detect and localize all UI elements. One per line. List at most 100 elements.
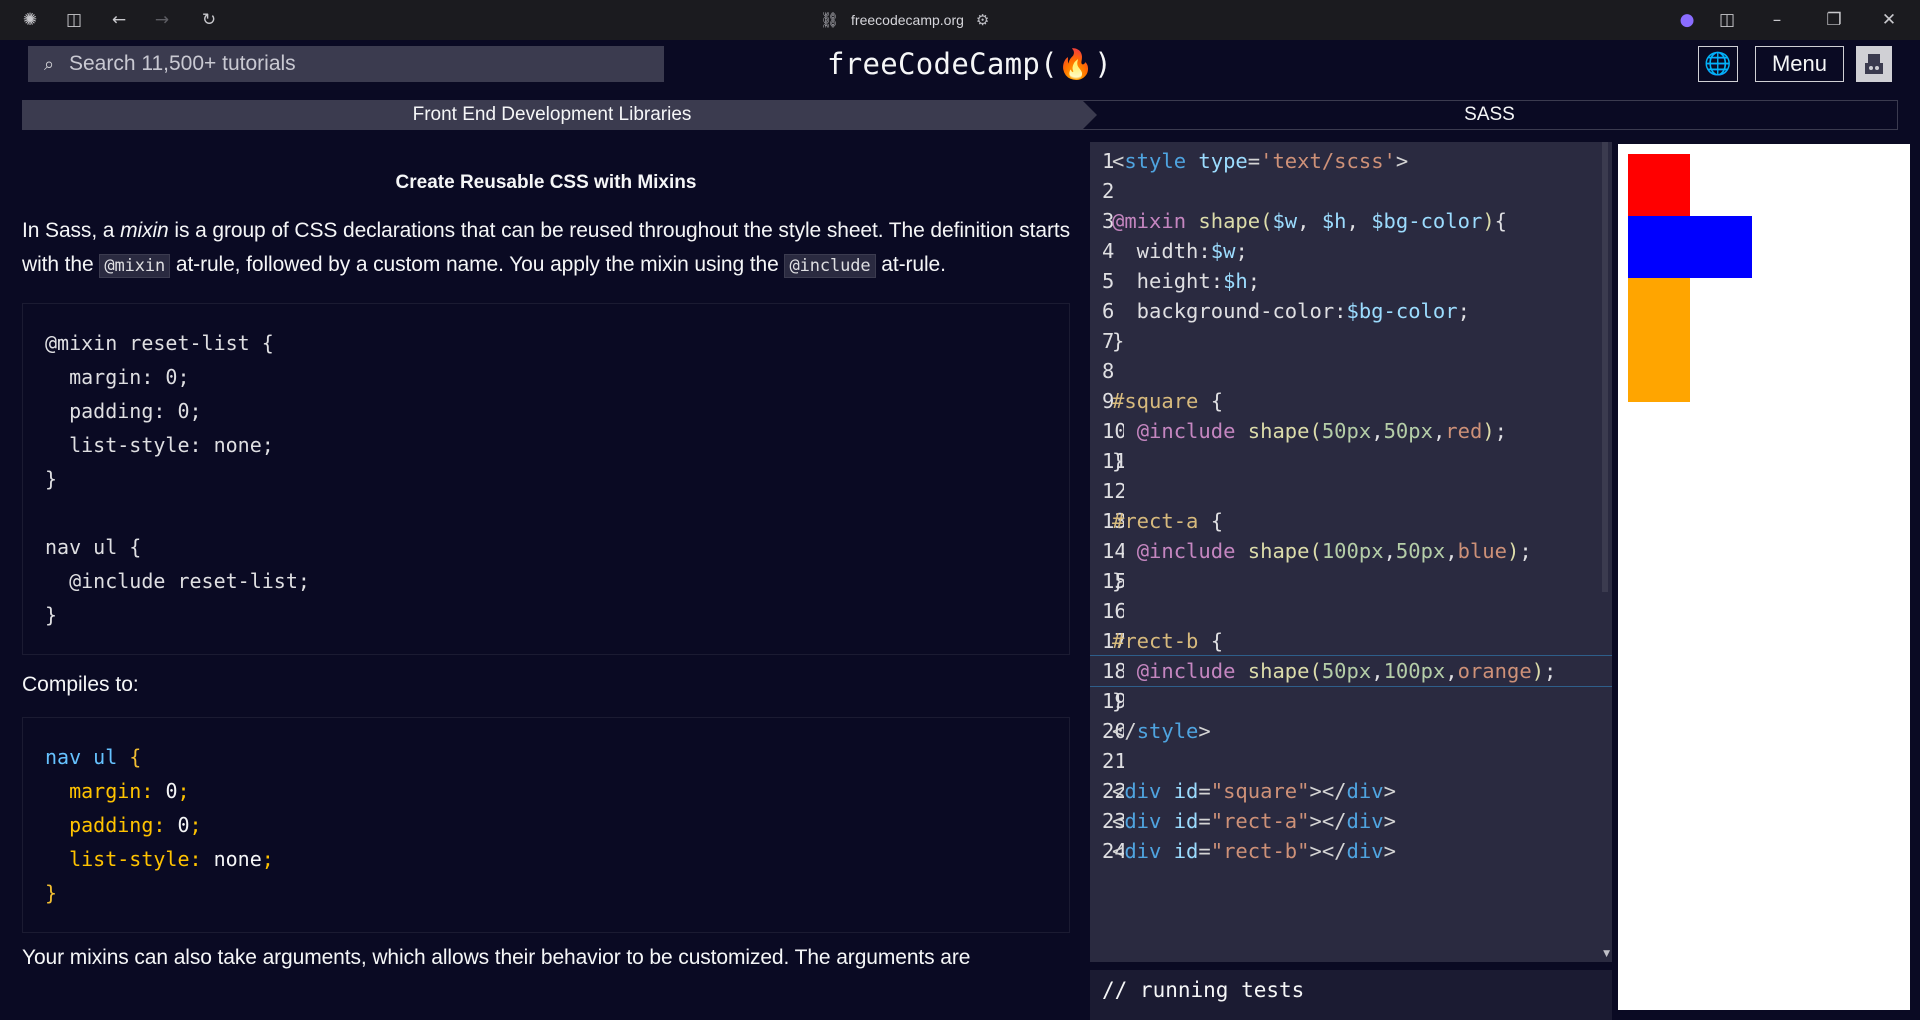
compiled-property: margin:	[69, 779, 154, 803]
editor-line[interactable]: 19}	[1090, 686, 1612, 716]
search-input[interactable]	[69, 52, 649, 76]
editor-line[interactable]: 6 background-color:$bg-color;	[1090, 296, 1612, 326]
intro-em: mixin	[120, 219, 169, 242]
forward-arrow-icon[interactable]: →	[150, 8, 174, 32]
code-text[interactable]: @include shape(50px,100px,orange);	[1112, 656, 1557, 686]
inline-code-mixin: @mixin	[99, 254, 171, 278]
editor-line[interactable]: 7}	[1090, 326, 1612, 356]
site-logo[interactable]: freeCodeCamp(🔥)	[827, 44, 1112, 84]
line-number: 12	[1102, 479, 1124, 503]
code-text[interactable]: @include shape(100px,50px,blue);	[1112, 536, 1532, 566]
menu-button[interactable]: Menu	[1755, 46, 1844, 82]
intro-text-1: In Sass, a	[22, 219, 121, 242]
intro-text-3: at-rule, followed by a custom name. You …	[170, 253, 785, 276]
editor-line[interactable]: 23 <div id="rect-a"></div>	[1090, 806, 1612, 836]
restore-icon[interactable]: ❐	[1822, 8, 1846, 32]
app-logo-icon[interactable]: ✺	[18, 8, 42, 32]
code-text[interactable]: }	[1112, 686, 1124, 716]
address-bar[interactable]: ⛓ freecodecamp.org ⚙	[820, 8, 989, 32]
challenge-title: Create Reusable CSS with Mixins	[395, 172, 697, 193]
editor-line[interactable]: 14 @include shape(100px,50px,blue);	[1090, 536, 1612, 566]
line-number: 2	[1102, 179, 1115, 203]
scroll-down-icon[interactable]: ▼	[1603, 949, 1610, 959]
editor-line[interactable]: 22 <div id="square"></div>	[1090, 776, 1612, 806]
breadcrumb-block[interactable]: SASS	[1082, 100, 1898, 130]
compiles-label: Compiles to:	[22, 673, 139, 696]
editor-line[interactable]: 4 width:$w;	[1090, 236, 1612, 266]
editor-line[interactable]: 17 #rect-b {	[1090, 626, 1612, 656]
sidebar-icon[interactable]: ◫	[62, 8, 86, 32]
compiled-code-block: nav ul { margin: 0; padding: 0; list-sty…	[22, 717, 1070, 933]
breadcrumb-superblock[interactable]: Front End Development Libraries	[22, 100, 1097, 130]
flame-icon[interactable]: ●	[1675, 8, 1699, 32]
editor-line[interactable]: 15}	[1090, 566, 1612, 596]
editor-line[interactable]: 5 height:$h;	[1090, 266, 1612, 296]
editor-lines[interactable]: 1 <style type='text/scss'> 2 3 @mixin shape(…	[1090, 142, 1612, 866]
editor-line[interactable]: 24 <div id="rect-b"></div>	[1090, 836, 1612, 866]
next-paragraph: Your mixins can also take arguments, whi…	[22, 946, 971, 969]
code-text[interactable]: @mixin shape($w, $h, $bg-color){	[1112, 206, 1507, 236]
code-text[interactable]: width:$w;	[1112, 236, 1248, 266]
language-globe-icon[interactable]: 🌐	[1698, 46, 1738, 82]
line-number: 8	[1102, 359, 1115, 383]
editor-line[interactable]: 8	[1090, 356, 1612, 386]
back-arrow-icon[interactable]: ←	[107, 8, 131, 32]
code-text[interactable]: background-color:$bg-color;	[1112, 296, 1470, 326]
browser-toolbar: ✺ ◫ ← → ↻ ⛓ freecodecamp.org ⚙ ● ◫ – ❐ ✕	[0, 0, 1920, 40]
site-navbar: ⌕ freeCodeCamp(🔥) 🌐 Menu	[10, 42, 1910, 88]
code-text[interactable]: <div id="rect-b"></div>	[1112, 836, 1396, 866]
code-text[interactable]: height:$h;	[1112, 266, 1260, 296]
code-text[interactable]: #rect-a {	[1112, 506, 1223, 536]
settings-sliders-icon[interactable]: ⚙	[976, 11, 989, 29]
example-code-block: @mixin reset-list { margin: 0; padding: …	[22, 303, 1070, 655]
preview-pane	[1618, 144, 1910, 1010]
code-text[interactable]: }	[1112, 326, 1124, 356]
editor-line[interactable]: 1 <style type='text/scss'>	[1090, 146, 1612, 176]
url-text[interactable]: freecodecamp.org	[851, 12, 964, 28]
code-text[interactable]: }	[1112, 446, 1124, 476]
code-text[interactable]: </style>	[1112, 716, 1211, 746]
compiled-value: 0	[177, 813, 190, 837]
editor-line[interactable]: 18 @include shape(50px,100px,orange);	[1090, 655, 1612, 687]
editor-line[interactable]: 2	[1090, 176, 1612, 206]
minimize-icon[interactable]: –	[1765, 8, 1789, 32]
code-text[interactable]: <style type='text/scss'>	[1112, 146, 1408, 176]
editor-line[interactable]: 16	[1090, 596, 1612, 626]
editor-line[interactable]: 12	[1090, 476, 1612, 506]
split-view-icon[interactable]: ◫	[1715, 8, 1739, 32]
line-number: 16	[1102, 599, 1124, 623]
compiled-property: list-style:	[69, 847, 202, 871]
code-editor[interactable]: 1 <style type='text/scss'> 2 3 @mixin shape(…	[1090, 142, 1612, 962]
avatar[interactable]	[1856, 46, 1892, 82]
code-text[interactable]: }	[1112, 566, 1124, 596]
editor-line[interactable]: 11}	[1090, 446, 1612, 476]
compiled-property: padding:	[69, 813, 166, 837]
editor-line[interactable]: 10 @include shape(50px,50px,red);	[1090, 416, 1612, 446]
code-text[interactable]: @include shape(50px,50px,red);	[1112, 416, 1507, 446]
inline-code-include: @include	[784, 254, 876, 278]
code-text[interactable]: <div id="square"></div>	[1112, 776, 1396, 806]
test-console: // running tests	[1090, 970, 1612, 1020]
intro-paragraph: In Sass, a mixin is a group of CSS decla…	[22, 214, 1070, 283]
link-icon: ⛓	[820, 11, 840, 29]
reload-icon[interactable]: ↻	[197, 8, 221, 32]
breadcrumb: Front End Development Libraries SASS	[22, 100, 1898, 130]
editor-scrollbar[interactable]	[1602, 142, 1608, 592]
close-icon[interactable]: ✕	[1877, 8, 1901, 32]
editor-line[interactable]: 3 @mixin shape($w, $h, $bg-color){	[1090, 206, 1612, 236]
instructions-panel: Create Reusable CSS with Mixins In Sass,…	[22, 140, 1070, 1020]
user-avatar-icon	[1865, 54, 1883, 74]
rect-a-shape	[1628, 216, 1752, 278]
code-text[interactable]: #rect-b {	[1112, 626, 1223, 656]
compiled-value: 0	[165, 779, 178, 803]
code-text[interactable]: <div id="rect-a"></div>	[1112, 806, 1396, 836]
editor-line[interactable]: 9 #square {	[1090, 386, 1612, 416]
rect-b-shape	[1628, 278, 1690, 402]
code-text[interactable]: #square {	[1112, 386, 1223, 416]
search-icon: ⌕	[43, 53, 55, 75]
editor-line[interactable]: 21	[1090, 746, 1612, 776]
intro-text-4: at-rule.	[875, 253, 946, 276]
search-bar[interactable]: ⌕	[28, 46, 664, 82]
editor-line[interactable]: 13 #rect-a {	[1090, 506, 1612, 536]
editor-line[interactable]: 20 </style>	[1090, 716, 1612, 746]
